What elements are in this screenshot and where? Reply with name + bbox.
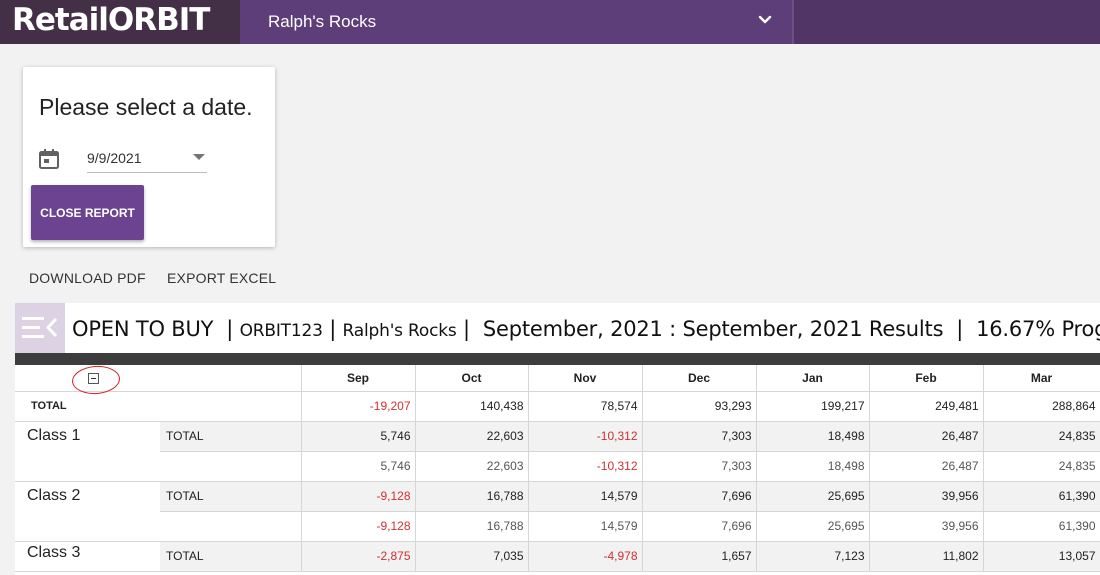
report-divider-bar xyxy=(15,353,1100,365)
table-cell: 7,303 xyxy=(642,451,757,482)
table-cell: 14,579 xyxy=(528,511,643,542)
table-cell: 7,696 xyxy=(642,511,757,542)
column-header-month[interactable]: Oct xyxy=(415,365,529,392)
dropdown-caret-icon xyxy=(193,154,205,160)
table-cell: 199,217 xyxy=(756,391,870,422)
open-to-buy-table: Sep Oct Nov Dec Jan Feb Mar TOTAL -19,20… xyxy=(15,365,1100,575)
report-store: Ralph's Rocks xyxy=(342,321,457,341)
column-header-month[interactable]: Jan xyxy=(756,365,870,392)
table-cell: 61,390 xyxy=(983,481,1100,512)
report-period: September, 2021 : September, 2021 Result… xyxy=(482,317,944,341)
table-cell: 61,390 xyxy=(983,511,1100,542)
report-progress: 16.67% Progress xyxy=(976,317,1100,341)
export-excel-button[interactable]: EXPORT EXCEL xyxy=(167,270,276,286)
close-report-button[interactable]: CLOSE REPORT xyxy=(31,185,144,240)
topbar-divider xyxy=(792,0,794,44)
table-cell: 93,293 xyxy=(642,391,757,422)
table-cell: -2,875 xyxy=(301,541,416,572)
report-header: OPEN TO BUY | ORBIT123 | Ralph's Rocks |… xyxy=(15,303,1100,353)
sub-label: TOTAL xyxy=(160,541,302,572)
table-cell: 24,835 xyxy=(983,451,1100,482)
table-cell: 1,657 xyxy=(642,541,757,572)
column-header-month[interactable]: Nov xyxy=(528,365,643,392)
table-cell: 25,695 xyxy=(756,511,870,542)
class-label[interactable]: Class 3 xyxy=(15,541,160,572)
table-cell: 26,487 xyxy=(869,451,984,482)
table-cell: 24,835 xyxy=(983,421,1100,452)
table-cell: 16,788 xyxy=(415,511,529,542)
table-cell: 7,035 xyxy=(415,541,529,572)
table-cell: 16,788 xyxy=(415,481,529,512)
table-row: Class 2 TOTAL -9,128 16,788 14,579 7,696… xyxy=(15,481,1100,542)
row-label: TOTAL xyxy=(15,391,302,422)
table-cell: 249,481 xyxy=(869,391,984,422)
table-cell: 18,498 xyxy=(756,421,870,452)
report-menu-toggle[interactable] xyxy=(15,303,65,353)
chevron-down-icon xyxy=(758,15,772,24)
download-pdf-button[interactable]: DOWNLOAD PDF xyxy=(29,270,146,286)
table-cell: 7,123 xyxy=(756,541,870,572)
table-row-total: TOTAL -19,207 140,438 78,574 93,293 199,… xyxy=(15,391,1100,422)
table-cell: -10,312 xyxy=(528,451,643,482)
table-cell: 5,746 xyxy=(301,451,416,482)
table-cell: -19,207 xyxy=(301,391,416,422)
report-title: OPEN TO BUY | ORBIT123 | Ralph's Rocks |… xyxy=(72,317,1100,341)
table-cell: 14,579 xyxy=(528,481,643,512)
table-cell: 39,956 xyxy=(869,481,984,512)
table-cell: -4,978 xyxy=(528,541,643,572)
class-label[interactable]: Class 2 xyxy=(15,481,160,542)
sub-label-empty xyxy=(160,511,302,542)
report-name: OPEN TO BUY xyxy=(72,317,214,341)
sub-label: TOTAL xyxy=(160,481,302,512)
collapse-toggle-icon[interactable] xyxy=(88,373,99,385)
collapse-menu-icon xyxy=(22,317,58,338)
top-bar: RetailORBIT Ralph's Rocks xyxy=(0,0,1100,44)
table-row: 5,746 22,603 -10,312 7,303 18,498 26,487… xyxy=(15,451,1100,482)
column-header-month[interactable]: Mar xyxy=(983,365,1100,392)
column-header-month[interactable]: Dec xyxy=(642,365,757,392)
date-value: 9/9/2021 xyxy=(87,150,142,166)
table-row: Class 3 TOTAL -2,875 7,035 -4,978 1,657 … xyxy=(15,541,1100,572)
app-logo[interactable]: RetailORBIT xyxy=(0,0,240,44)
table-cell: 78,574 xyxy=(528,391,643,422)
report-code: ORBIT123 xyxy=(239,321,323,341)
date-card-title: Please select a date. xyxy=(39,94,253,120)
column-header-month[interactable]: Feb xyxy=(869,365,984,392)
collapse-cell xyxy=(15,365,302,392)
store-selector[interactable]: Ralph's Rocks xyxy=(240,0,792,44)
table-cell: 26,487 xyxy=(869,421,984,452)
table-cell: 5,746 xyxy=(301,421,416,452)
table-row: -9,128 16,788 14,579 7,696 25,695 39,956… xyxy=(15,511,1100,542)
table-cell: 7,303 xyxy=(642,421,757,452)
table-header-row: Sep Oct Nov Dec Jan Feb Mar xyxy=(15,365,1100,392)
table-cell: 22,603 xyxy=(415,421,529,452)
calendar-icon[interactable] xyxy=(38,148,60,170)
table-cell: 39,956 xyxy=(869,511,984,542)
table-cell: 13,057 xyxy=(983,541,1100,572)
table-cell: 288,864 xyxy=(983,391,1100,422)
sub-label: TOTAL xyxy=(160,421,302,452)
table-cell: 11,802 xyxy=(869,541,984,572)
table-cell: 7,696 xyxy=(642,481,757,512)
column-header-month[interactable]: Sep xyxy=(301,365,416,392)
date-card: Please select a date. 9/9/2021 CLOSE REP… xyxy=(23,67,275,247)
table-cell: 25,695 xyxy=(756,481,870,512)
logo-text: RetailORBIT xyxy=(12,2,210,38)
table-cell: 18,498 xyxy=(756,451,870,482)
date-field[interactable]: 9/9/2021 xyxy=(87,145,207,173)
table-cell: 22,603 xyxy=(415,451,529,482)
class-label[interactable]: Class 1 xyxy=(15,421,160,482)
table-cell: -10,312 xyxy=(528,421,643,452)
table-row: Class 1 TOTAL 5,746 22,603 -10,312 7,303… xyxy=(15,421,1100,482)
table-cell: 140,438 xyxy=(415,391,529,422)
sub-label-empty xyxy=(160,451,302,482)
table-cell: -9,128 xyxy=(301,481,416,512)
store-name: Ralph's Rocks xyxy=(268,12,377,31)
table-cell: -9,128 xyxy=(301,511,416,542)
